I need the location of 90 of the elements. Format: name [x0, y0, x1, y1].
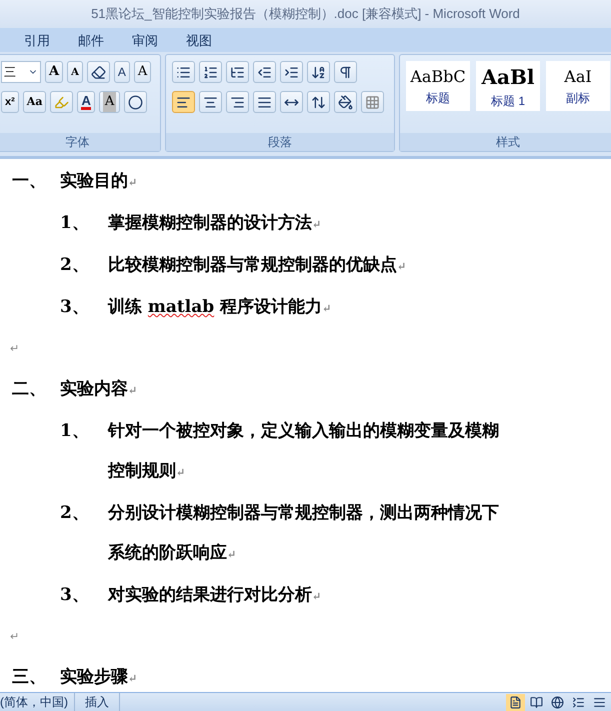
enclose-characters-button[interactable] [124, 91, 148, 113]
group-label: 样式 [496, 134, 520, 151]
font-size-field[interactable]: 三 [1, 61, 41, 83]
list-number: 1、 [60, 420, 90, 443]
view-button[interactable] [506, 694, 525, 710]
ribbon-tab[interactable]: 视图 [176, 30, 222, 52]
highlighter-icon [54, 94, 70, 110]
page-icon [509, 696, 522, 708]
style-gallery-item[interactable]: AaBl 标题 1 [476, 61, 540, 111]
list-number: 3、 [60, 296, 90, 319]
outline-icon [572, 696, 585, 708]
paragraph-mark: ↵ [397, 260, 406, 273]
align-right-button[interactable] [226, 91, 250, 113]
align-left-icon [176, 94, 192, 110]
style-gallery-item[interactable]: AaBbC 标题 [406, 61, 470, 111]
paragraph-mark: ↵ [10, 342, 19, 357]
heading-number: 一、 [12, 170, 47, 193]
list-number: 2、 [60, 254, 90, 277]
shading-button[interactable] [334, 91, 358, 113]
decrease-indent-button[interactable] [253, 61, 276, 83]
numbered-list-icon [203, 64, 218, 80]
lines-icon [593, 696, 606, 708]
line-spacing-button[interactable] [307, 91, 330, 113]
paragraph-mark: ↵ [176, 466, 186, 479]
shrink-font-button[interactable]: A [67, 61, 83, 83]
clear-format-button[interactable] [86, 61, 110, 83]
character-border-button[interactable]: A [134, 61, 152, 83]
multilevel-list-icon [230, 64, 246, 80]
show-marks-button[interactable] [334, 61, 358, 83]
center-button[interactable] [199, 91, 222, 113]
heading-text: 实验内容↵ [60, 378, 138, 401]
list-number: 1、 [60, 212, 90, 235]
align-left-button[interactable] [172, 91, 196, 113]
paragraph-mark: ↵ [227, 548, 236, 561]
group-label: 字体 [66, 134, 90, 151]
phonetic-guide-button[interactable]: A [114, 61, 130, 83]
circle-icon [128, 94, 144, 110]
font-color-button[interactable]: A [77, 91, 95, 113]
list-item-text: 对实验的结果进行对比分析↵ [108, 584, 322, 607]
language-status: (简体，中国) [0, 693, 75, 711]
list-number: 2、 [60, 502, 90, 525]
distribute-button[interactable] [280, 91, 304, 113]
list-item-text: 分别设计模糊控制器与常规控制器，测出两种情况下系统的阶跃响应↵ [108, 502, 500, 565]
list-item-text: 比较模糊控制器与常规控制器的优缺点↵ [108, 254, 408, 277]
align-right-icon [230, 94, 246, 110]
list-item-text: 针对一个被控对象，定义输入输出的模糊变量及模糊控制规则↵ [108, 420, 500, 483]
justify-icon [257, 94, 272, 110]
numbering-button[interactable] [199, 61, 222, 83]
bullet-list-icon [176, 64, 192, 80]
outdent-icon [257, 64, 272, 80]
paragraph-mark: ↵ [128, 176, 138, 189]
eraser-icon [90, 64, 106, 80]
insert-mode-status: 插入 [75, 693, 120, 711]
group-label: 段落 [268, 134, 292, 151]
heading-number: 二、 [12, 378, 47, 401]
grow-font-button[interactable]: A [45, 61, 64, 83]
list-item-text: 训练 matlab 程序设计能力↵ [108, 296, 332, 319]
align-center-icon [203, 94, 218, 110]
paragraph-mark: ↵ [322, 302, 332, 315]
window-title: 51黑论坛_智能控制实验报告（模糊控制）.doc [兼容模式] - Microsoft Word [91, 5, 520, 24]
sort-icon [311, 64, 326, 80]
indent-icon [284, 64, 300, 80]
paragraph-mark: ↵ [312, 590, 322, 603]
justify-button[interactable] [253, 91, 276, 113]
ribbon-tab[interactable]: 邮件 [68, 30, 114, 52]
increase-indent-button[interactable] [280, 61, 304, 83]
heading-number: 三、 [12, 666, 47, 689]
change-case-button[interactable]: Aa [22, 91, 46, 113]
paragraph-mark: ↵ [312, 218, 322, 231]
globe-icon [551, 696, 564, 708]
list-item-text: 掌握模糊控制器的设计方法↵ [108, 212, 322, 235]
paragraph-mark: ↵ [128, 672, 138, 685]
heading-text: 实验目的↵ [60, 170, 138, 193]
ribbon-tab[interactable]: 审阅 [122, 30, 168, 52]
heading-text: 实验步骤↵ [60, 666, 138, 689]
paragraph-mark: ↵ [128, 384, 138, 397]
line-spacing-icon [311, 94, 326, 110]
grid-icon [365, 94, 380, 110]
pilcrow-icon [338, 64, 354, 80]
bullets-button[interactable] [172, 61, 196, 83]
character-shading-button[interactable]: A [98, 91, 120, 113]
ribbon-tab[interactable]: 引用 [14, 30, 60, 52]
multilevel-list-button[interactable] [226, 61, 250, 83]
superscript-button[interactable]: x² [1, 91, 19, 113]
book-icon [530, 696, 543, 708]
style-gallery-item[interactable]: AaI 副标 [546, 61, 610, 111]
sort-button[interactable] [307, 61, 330, 83]
list-number: 3、 [60, 584, 90, 607]
paragraph-mark: ↵ [10, 630, 19, 645]
paint-bucket-icon [338, 94, 354, 110]
